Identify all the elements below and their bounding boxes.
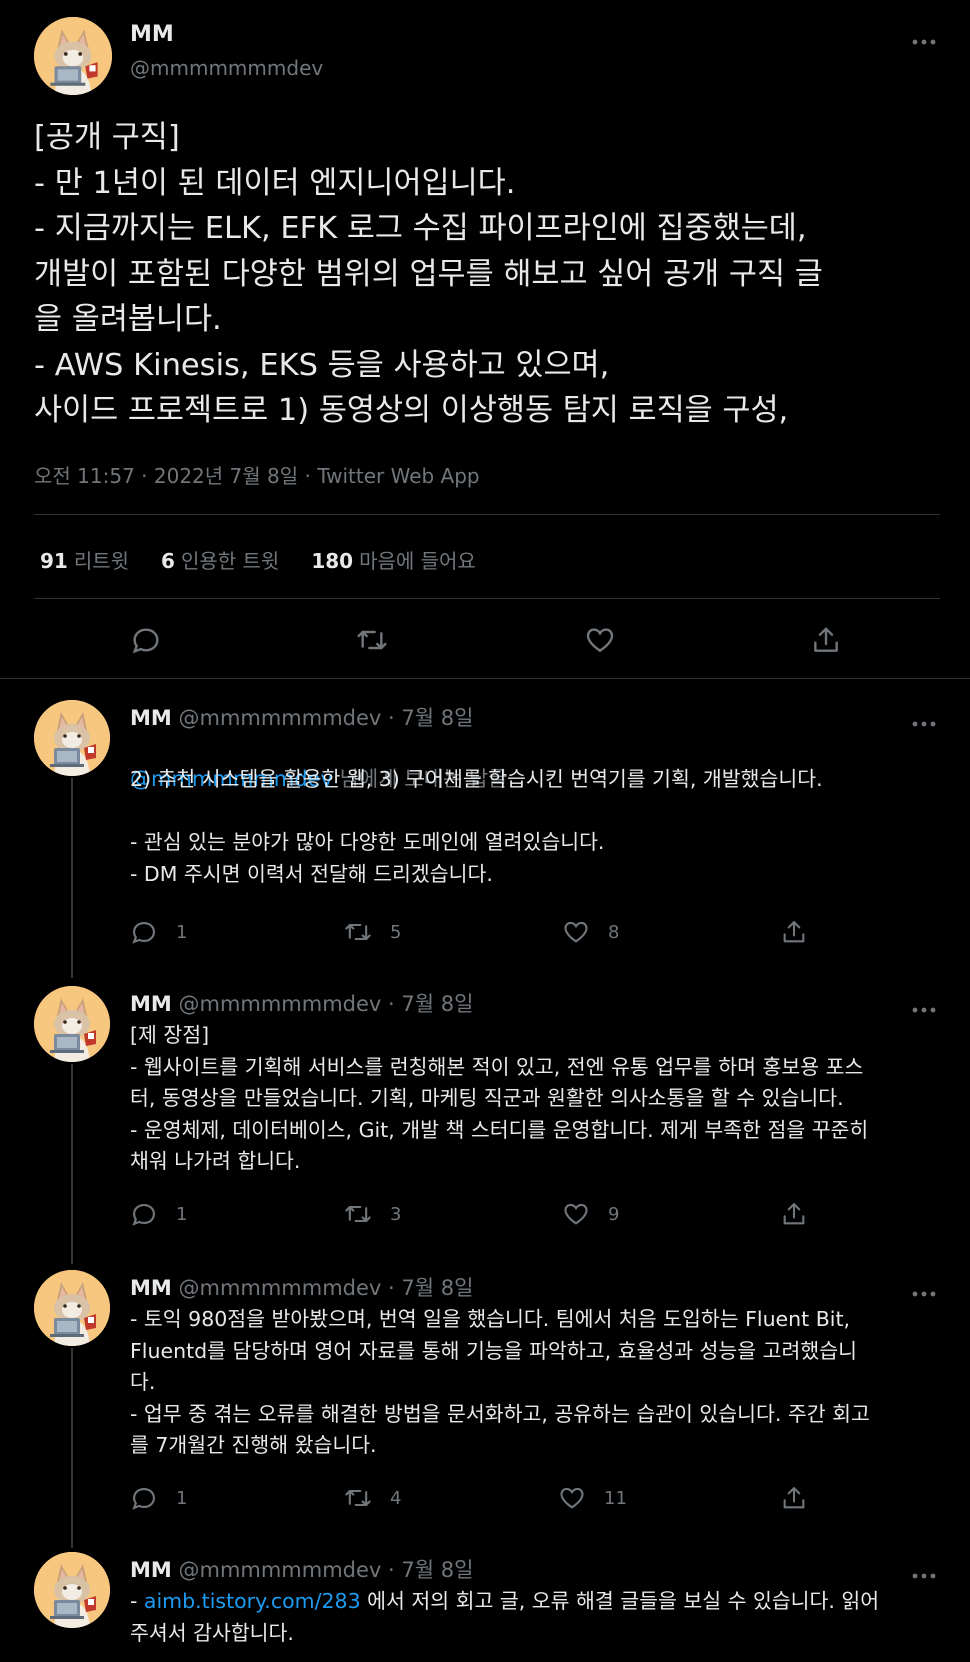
- reply-count: 1: [176, 1203, 188, 1225]
- avatar[interactable]: [34, 986, 110, 1062]
- reply-actions: 1 4 11: [0, 1484, 970, 1514]
- reply-button[interactable]: 1: [130, 1200, 187, 1228]
- share-icon: [783, 921, 805, 943]
- divider: [0, 678, 970, 679]
- share-icon[interactable]: [810, 624, 842, 656]
- tweet-link[interactable]: aimb.tistory.com/283: [144, 1589, 361, 1613]
- handle-date[interactable]: @mmmmmmmdev · 7월 8일: [178, 992, 473, 1016]
- reply-text: 2) 추천 시스템을 활용한 웹, 3) 구어체를 학습시킨 번역기를 기획, …: [130, 767, 823, 886]
- handle-date[interactable]: @mmmmmmmdev · 7월 8일: [178, 1276, 473, 1300]
- display-name[interactable]: MM: [130, 992, 172, 1016]
- handle-date[interactable]: @mmmmmmmdev · 7월 8일: [178, 1558, 473, 1582]
- reply-icon[interactable]: [130, 624, 162, 656]
- retweet-count: 5: [390, 921, 402, 943]
- thread-line: [71, 1064, 73, 1264]
- share-button[interactable]: [780, 918, 808, 946]
- reply-text: [제 장점] - 웹사이트를 기획해 서비스를 런칭해본 적이 있고, 전엔 유…: [130, 1023, 869, 1173]
- display-name[interactable]: MM: [130, 22, 174, 47]
- reply-icon: [132, 1203, 155, 1226]
- like-button[interactable]: 8: [562, 918, 619, 946]
- avatar[interactable]: [34, 1552, 110, 1628]
- divider: [34, 598, 940, 599]
- reply-count: 1: [176, 1487, 188, 1509]
- avatar[interactable]: [34, 1270, 110, 1346]
- retweet-count: 4: [390, 1487, 402, 1509]
- tweet-text: [공개 구직] - 만 1년이 된 데이터 엔지니어입니다. - 지금까지는 E…: [34, 120, 823, 428]
- divider: [34, 514, 940, 515]
- retweet-button[interactable]: 3: [344, 1200, 401, 1228]
- like-icon: [564, 921, 588, 943]
- like-stat[interactable]: 180 마음에 들어요: [311, 545, 476, 574]
- reply-button[interactable]: 1: [130, 918, 187, 946]
- share-icon: [783, 1203, 805, 1225]
- retweet-icon: [345, 923, 371, 941]
- reply-text: - 토익 980점을 받아봤으며, 번역 일을 했습니다. 팀에서 처음 도입하…: [130, 1307, 870, 1457]
- share-icon: [783, 1487, 805, 1509]
- reply-text: - aimb.tistory.com/283 에서 저의 회고 글, 오류 해결…: [130, 1589, 880, 1645]
- tweet-meta[interactable]: 오전 11:57 · 2022년 7월 8일 · Twitter Web App: [34, 460, 480, 489]
- quote-stat[interactable]: 6 인용한 트윗: [161, 545, 279, 574]
- like-icon: [560, 1487, 584, 1509]
- retweet-stat[interactable]: 91 리트윗: [40, 545, 129, 574]
- like-count: 8: [608, 921, 620, 943]
- reply-button[interactable]: 1: [130, 1484, 187, 1512]
- retweet-button[interactable]: 5: [344, 918, 401, 946]
- like-icon: [564, 1203, 588, 1225]
- retweet-icon: [345, 1205, 371, 1223]
- retweet-count: 3: [390, 1203, 402, 1225]
- reply-actions: 1 5 8: [0, 918, 970, 948]
- retweet-icon: [345, 1489, 371, 1507]
- display-name[interactable]: MM: [130, 1276, 172, 1300]
- reply-actions: 1 3 9: [0, 1200, 970, 1230]
- more-dots-icon[interactable]: [912, 708, 936, 732]
- share-button[interactable]: [780, 1200, 808, 1228]
- handle-date[interactable]: @mmmmmmmdev · 7월 8일: [178, 706, 473, 730]
- retweet-button[interactable]: 4: [344, 1484, 401, 1512]
- reply-icon: [132, 1487, 155, 1510]
- more-dots-icon[interactable]: [912, 28, 936, 50]
- like-count: 9: [608, 1203, 620, 1225]
- handle[interactable]: @mmmmmmmdev: [130, 56, 323, 80]
- tweet-stats: 91 리트윗 6 인용한 트윗 180 마음에 들어요: [40, 545, 476, 574]
- avatar[interactable]: [34, 17, 112, 95]
- like-icon[interactable]: [584, 624, 616, 656]
- display-name[interactable]: MM: [130, 1558, 172, 1582]
- thread-line: [71, 1348, 73, 1548]
- more-dots-icon[interactable]: [912, 1278, 936, 1302]
- more-dots-icon[interactable]: [912, 1560, 936, 1584]
- avatar[interactable]: [34, 700, 110, 776]
- display-name[interactable]: MM: [130, 706, 172, 730]
- share-button[interactable]: [780, 1484, 808, 1512]
- more-dots-icon[interactable]: [912, 994, 936, 1018]
- like-count: 11: [604, 1487, 627, 1509]
- like-button[interactable]: 11: [558, 1484, 627, 1512]
- thread-line: [71, 778, 73, 978]
- reply-count: 1: [176, 921, 188, 943]
- reply-icon: [132, 921, 155, 944]
- tweet-actions: [0, 618, 970, 658]
- retweet-icon[interactable]: [356, 624, 388, 656]
- like-button[interactable]: 9: [562, 1200, 619, 1228]
